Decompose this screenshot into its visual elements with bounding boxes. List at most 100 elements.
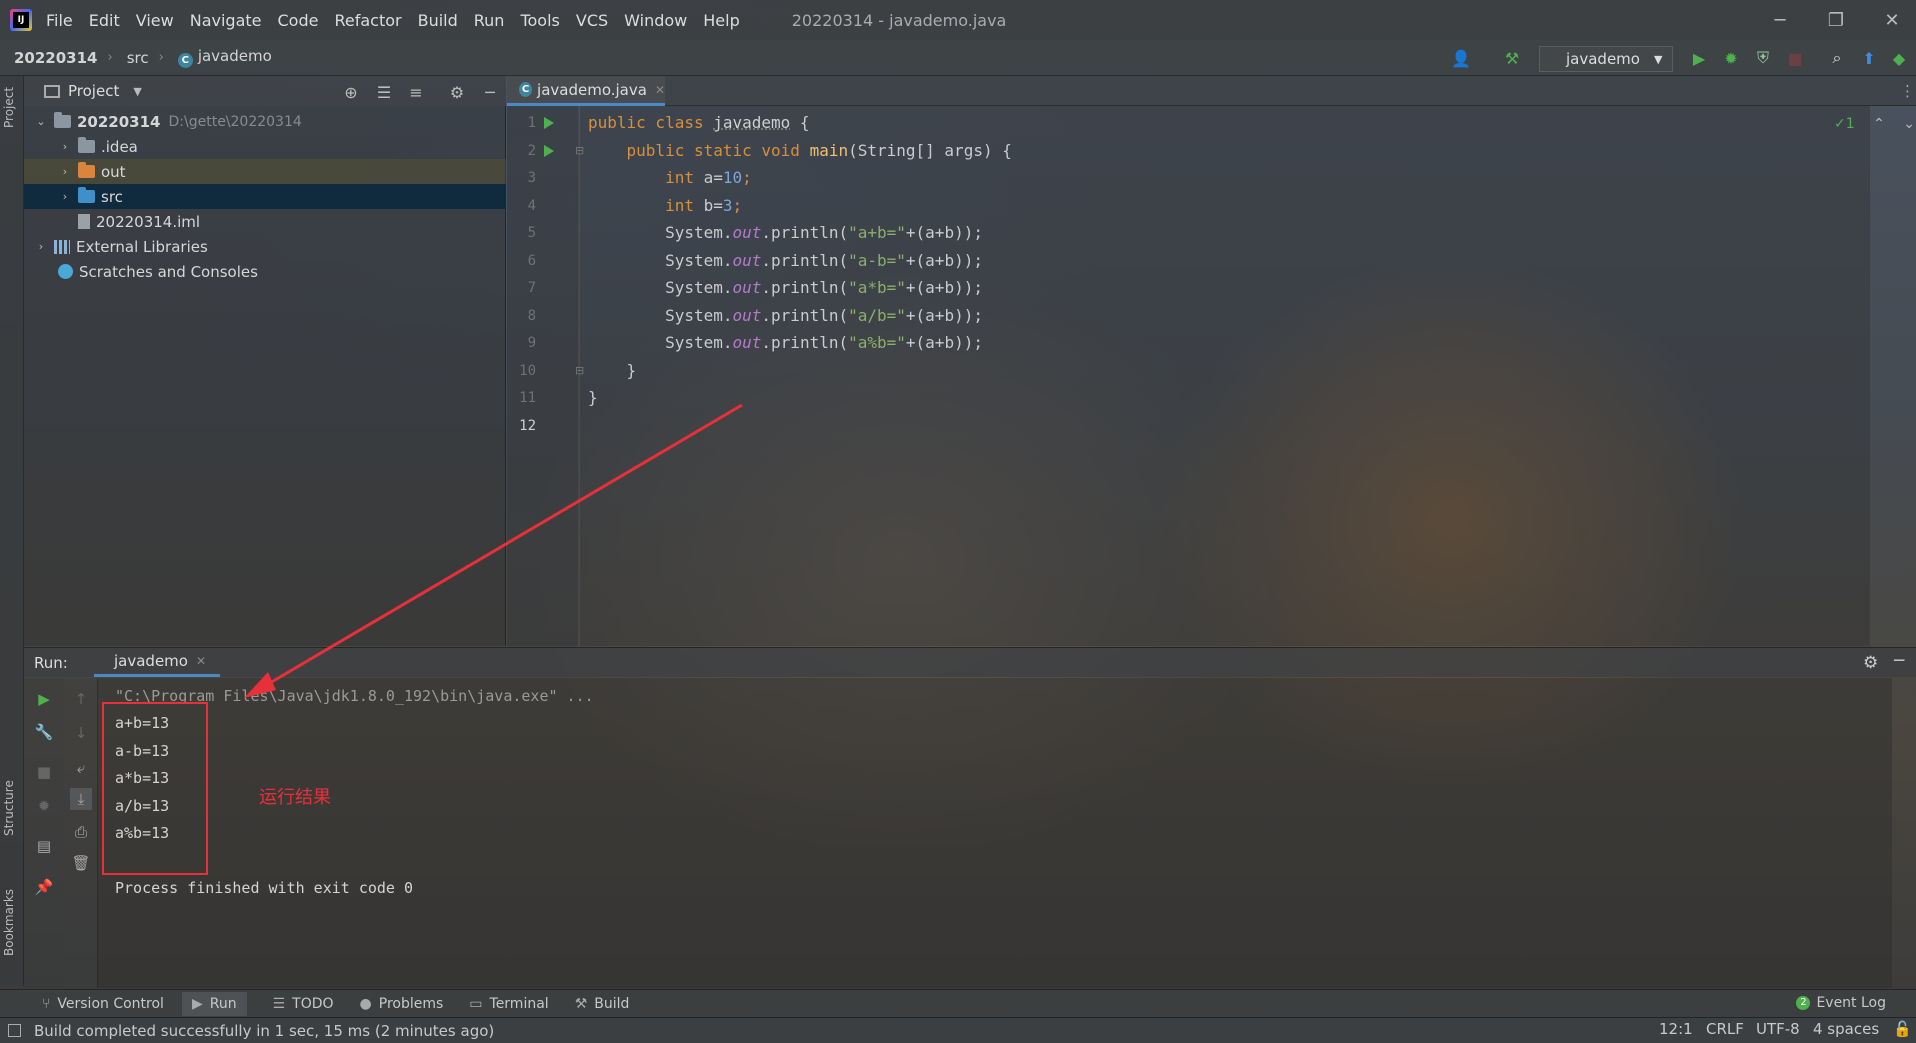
menu-bar: File Edit View Navigate Code Refactor Bu… (46, 11, 756, 30)
menu-build[interactable]: Build (418, 11, 458, 30)
gear-icon[interactable]: ⚙ (448, 83, 466, 102)
run-gutter-icon[interactable] (544, 117, 554, 129)
user-icon[interactable]: 👤 (1450, 47, 1472, 69)
arrow-down-icon[interactable]: ↓ (70, 722, 92, 744)
build-hammer-icon[interactable]: ⚒ (1501, 47, 1523, 69)
status-message[interactable]: Build completed successfully in 1 sec, 1… (34, 1022, 494, 1040)
run-tab-javademo[interactable]: javademo ✕ (94, 647, 220, 677)
line-number: 2 (527, 143, 536, 159)
project-tool-label[interactable]: Project (2, 87, 16, 128)
close-button[interactable]: ✕ (1864, 0, 1916, 40)
pin-icon[interactable]: 📌 (33, 876, 55, 898)
caret-position[interactable]: 12:1 (1659, 1020, 1693, 1038)
tab-javademo-java[interactable]: C javademo.java ✕ (507, 76, 665, 106)
event-log-button[interactable]: 2 Event Log (1796, 995, 1886, 1011)
tree-item-iml[interactable]: 20220314.iml (24, 209, 506, 234)
line-number: 7 (527, 280, 536, 296)
chevron-right-icon[interactable]: › (58, 140, 72, 153)
run-panel-title: Run: (34, 653, 68, 672)
menu-code[interactable]: Code (278, 11, 319, 30)
menu-vcs[interactable]: VCS (576, 11, 608, 30)
tool-build[interactable]: ⚒ Build (575, 996, 630, 1012)
breadcrumb-file[interactable]: Cjavademo (177, 47, 272, 68)
arrow-up-icon[interactable]: ↑ (70, 688, 92, 710)
collapse-all-icon[interactable]: ≡ (407, 83, 425, 102)
menu-run[interactable]: Run (474, 11, 505, 30)
more-tabs-icon[interactable]: ⋮ (1900, 82, 1915, 100)
structure-tool-label[interactable]: Structure (2, 780, 16, 836)
stop-icon[interactable]: ■ (1784, 47, 1806, 69)
update-icon[interactable]: ⬆ (1858, 47, 1880, 69)
gear-icon[interactable]: ⚙ (1863, 653, 1878, 673)
coverage-icon[interactable]: ⛨ (1752, 47, 1774, 69)
menu-help[interactable]: Help (703, 11, 739, 30)
rerun-icon[interactable]: ▶ (33, 688, 55, 710)
tree-item-label: 20220314 (77, 112, 161, 131)
inspection-widget[interactable]: ✓1 ⌃ ⌄ (1834, 116, 1915, 132)
tool-terminal[interactable]: ▭ Terminal (469, 996, 548, 1012)
menu-navigate[interactable]: Navigate (190, 11, 262, 30)
close-tab-icon[interactable]: ✕ (196, 654, 206, 668)
menu-edit[interactable]: Edit (89, 11, 120, 30)
status-toggle-icon[interactable] (8, 1024, 21, 1037)
trash-icon[interactable]: 🗑 (70, 852, 92, 874)
tool-todo[interactable]: ☰ TODO (273, 996, 334, 1012)
plugin-icon[interactable]: ◆ (1888, 47, 1910, 69)
hide-panel-icon[interactable]: ─ (1894, 651, 1904, 671)
tool-version-control[interactable]: ⑂ Version Control (42, 996, 164, 1012)
chevron-right-icon[interactable]: › (58, 165, 72, 178)
run-configuration-select[interactable]: javademo ▼ (1539, 46, 1673, 72)
menu-file[interactable]: File (46, 11, 73, 30)
tree-item-out[interactable]: › out (24, 159, 506, 184)
tree-item-src[interactable]: › src (24, 184, 506, 209)
line-separator[interactable]: CRLF (1706, 1020, 1744, 1038)
menu-view[interactable]: View (136, 11, 174, 30)
chevron-down-icon[interactable]: ⌄ (1903, 116, 1915, 132)
chevron-right-icon[interactable]: › (34, 240, 48, 253)
minimize-button[interactable]: ─ (1752, 0, 1808, 40)
chevron-up-icon[interactable]: ⌃ (1873, 116, 1885, 132)
hide-panel-icon[interactable]: ─ (481, 83, 499, 102)
run-gutter-icon[interactable] (544, 145, 554, 157)
fold-icon[interactable]: ⊟ (575, 144, 584, 157)
breadcrumb-project[interactable]: 20220314 (14, 49, 98, 67)
console-output[interactable] (98, 678, 1892, 988)
menu-refactor[interactable]: Refactor (334, 11, 401, 30)
menu-window[interactable]: Window (624, 11, 687, 30)
run-icon[interactable]: ▶ (1688, 47, 1710, 69)
bookmarks-tool-label[interactable]: Bookmarks (2, 889, 16, 956)
fold-icon[interactable]: ⊟ (575, 364, 584, 377)
debug-bug-icon[interactable]: ✹ (1720, 47, 1742, 69)
tool-problems[interactable]: ● Problems (360, 996, 444, 1012)
tree-item-project-root[interactable]: ⌄ 20220314 D:\gette\20220314 (24, 109, 506, 134)
stop-icon[interactable]: ■ (33, 761, 55, 783)
search-icon[interactable]: ⌕ (1826, 47, 1848, 69)
chevron-right-icon[interactable]: › (58, 190, 72, 203)
tree-item-external-libraries[interactable]: › External Libraries (24, 234, 506, 259)
lock-icon[interactable]: 🔓 (1893, 1020, 1912, 1038)
run-config-label: javademo (1566, 50, 1640, 68)
restore-button[interactable]: ❐ (1808, 0, 1864, 40)
tree-item-scratches[interactable]: Scratches and Consoles (24, 259, 506, 284)
tree-item-idea[interactable]: › .idea (24, 134, 506, 159)
soft-wrap-icon[interactable]: ⤶ (70, 757, 92, 779)
menu-tools[interactable]: Tools (520, 11, 559, 30)
tool-run[interactable]: ▶ Run (181, 991, 247, 1016)
chevron-down-icon[interactable]: ▼ (133, 85, 141, 98)
expand-all-icon[interactable]: ☰ (375, 83, 393, 102)
layout-icon[interactable]: ▤ (33, 835, 55, 857)
debug-bug-icon[interactable]: ✹ (33, 795, 55, 817)
print-icon[interactable]: ⎙ (70, 821, 92, 843)
wrench-icon[interactable]: 🔧 (33, 721, 55, 743)
indent-setting[interactable]: 4 spaces (1813, 1020, 1879, 1038)
scroll-to-end-icon[interactable]: ⤓ (70, 788, 92, 810)
tool-label: Build (594, 995, 630, 1012)
chevron-down-icon[interactable]: ⌄ (34, 115, 48, 128)
project-panel-title[interactable]: Project (68, 82, 119, 100)
file-encoding[interactable]: UTF-8 (1756, 1020, 1800, 1038)
locate-file-icon[interactable]: ⊕ (342, 83, 360, 102)
breadcrumb-src[interactable]: src (127, 49, 149, 67)
code-editor[interactable] (580, 106, 1870, 646)
close-tab-icon[interactable]: ✕ (655, 83, 665, 97)
tool-label: TODO (292, 995, 334, 1012)
